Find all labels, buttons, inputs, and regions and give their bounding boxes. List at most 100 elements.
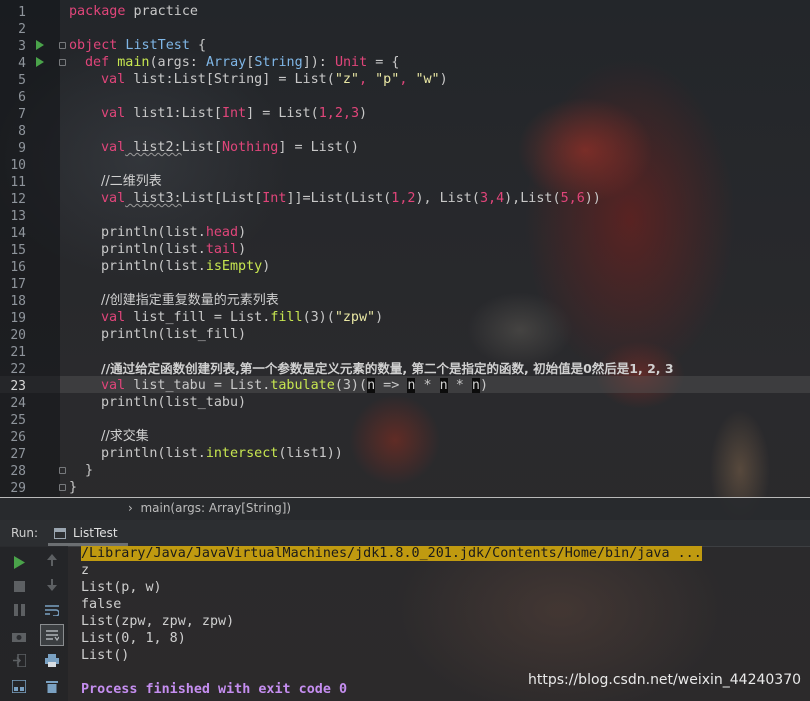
type-name: List	[221, 191, 255, 206]
scroll-to-end-icon[interactable]	[40, 624, 64, 646]
type-name: Nothing	[221, 140, 279, 155]
code-text: list:	[125, 72, 174, 87]
code-text: *	[415, 378, 440, 393]
type-name: Int	[262, 191, 287, 206]
pause-icon[interactable]	[9, 600, 29, 620]
function-name: intersect	[205, 446, 279, 461]
keyword: val	[101, 378, 126, 393]
keyword: val	[101, 106, 126, 121]
code-text: = {	[367, 55, 400, 70]
code-line-1: package practice	[69, 3, 198, 20]
code-text: ] = List(	[246, 106, 319, 121]
code-line-4: def main(args: Array[String]): Unit = {	[85, 54, 399, 71]
code-text: )	[359, 106, 368, 121]
line-number: 17	[10, 277, 26, 292]
code-text: list2:	[125, 140, 182, 155]
stop-icon[interactable]	[9, 576, 29, 596]
line-number: 4	[18, 56, 26, 71]
code-line-20: println(list_fill)	[101, 327, 247, 342]
line-number: 3	[18, 39, 26, 54]
object-name: ListTest	[117, 38, 190, 53]
line-number: 15	[10, 243, 26, 258]
fold-marker-icon[interactable]	[59, 59, 66, 66]
soft-wrap-icon[interactable]	[42, 600, 62, 620]
code-text: ,	[326, 106, 335, 121]
code-text: ),List(	[504, 191, 561, 206]
chevron-right-icon: ›	[128, 501, 141, 515]
line-number: 14	[10, 226, 26, 241]
code-text: ]]=List(List(	[286, 191, 392, 206]
number-literal: 6	[576, 191, 585, 206]
run-icon[interactable]	[9, 552, 29, 572]
up-arrow-icon[interactable]	[42, 550, 62, 570]
process-finished-line: Process finished with exit code 0	[81, 682, 348, 697]
code-comment: //通过给定函数创建列表,第一个参数是定义元素的数量, 第二个是指定的函数, 初…	[101, 361, 674, 376]
line-number: 6	[18, 90, 26, 105]
type-name: List	[173, 72, 206, 87]
code-text: list1:	[125, 106, 182, 121]
line-number: 20	[10, 328, 26, 343]
run-main-icon[interactable]	[36, 57, 44, 67]
function-name: tabulate	[270, 378, 335, 393]
fold-marker-icon[interactable]	[59, 484, 66, 491]
line-number: 8	[18, 124, 26, 139]
fold-marker-icon[interactable]	[59, 467, 66, 474]
tab-listtest[interactable]: ListTest	[73, 526, 118, 540]
line-number: 24	[10, 396, 26, 411]
keyword: object	[69, 38, 118, 53]
code-text: (args:	[149, 55, 206, 70]
fold-marker-icon[interactable]	[59, 42, 66, 49]
number-literal: 5	[560, 191, 569, 206]
string-literal: "w"	[415, 72, 440, 87]
keyword: val	[101, 191, 126, 206]
number-literal: 1	[318, 106, 327, 121]
line-number: 22	[10, 362, 26, 377]
line-number: 26	[10, 430, 26, 445]
code-text: (3)(	[334, 378, 368, 393]
layout-icon[interactable]	[9, 676, 29, 696]
code-line-15: println(list.tail)	[101, 241, 246, 258]
java-command-path[interactable]: /Library/Java/JavaVirtualMachines/jdk1.8…	[81, 546, 702, 561]
number-literal: 2	[334, 106, 343, 121]
code-text: list3:	[125, 191, 182, 206]
code-text: println(list.	[101, 242, 206, 257]
type-name: List	[181, 106, 214, 121]
code-text: [	[213, 140, 222, 155]
breadcrumb[interactable]: › main(args: Array[String])	[128, 501, 291, 515]
code-text: list_tabu = List.	[125, 378, 271, 393]
code-text: practice	[125, 4, 198, 19]
code-line-29: }	[69, 480, 78, 495]
line-number: 21	[10, 345, 26, 360]
type-name: String	[254, 55, 303, 70]
editor-gutter: 1 2 3 4 5 6 7 8 9 10 11 12 13 14 15 16 17 18 19 20 21 22 23 24 2…	[0, 0, 66, 497]
code-line-9: val list2:List[Nothing] = List()	[101, 139, 359, 156]
camera-icon[interactable]	[9, 626, 29, 646]
run-tool-window-header: Run: ListTest	[0, 520, 810, 547]
code-text: (list1))	[278, 446, 343, 461]
code-line-28: }	[85, 463, 94, 478]
code-text: ]):	[302, 55, 335, 70]
type-name: Int	[221, 106, 247, 121]
code-text: list_fill = List.	[125, 310, 271, 325]
down-arrow-icon[interactable]	[42, 575, 62, 595]
line-number: 19	[10, 311, 26, 326]
line-number: 2	[18, 22, 26, 37]
code-text: )	[238, 225, 247, 240]
line-number: 18	[10, 294, 26, 309]
console-line: List(p, w)	[81, 580, 162, 595]
type-name: Array	[205, 55, 247, 70]
keyword: package	[69, 4, 126, 19]
type-name: Unit	[334, 55, 368, 70]
login-icon[interactable]	[9, 650, 29, 670]
code-text: ] = List()	[278, 140, 359, 155]
keyword: def	[85, 55, 110, 70]
code-text: )	[238, 242, 247, 257]
breadcrumb-bar: › main(args: Array[String])	[0, 497, 810, 520]
code-text: println(list.	[101, 259, 206, 274]
console-line: List()	[81, 648, 130, 663]
trash-icon[interactable]	[42, 676, 62, 696]
print-icon[interactable]	[42, 650, 62, 670]
run-object-icon[interactable]	[36, 40, 44, 50]
code-text: )	[439, 72, 448, 87]
number-literal: 3	[479, 191, 488, 206]
